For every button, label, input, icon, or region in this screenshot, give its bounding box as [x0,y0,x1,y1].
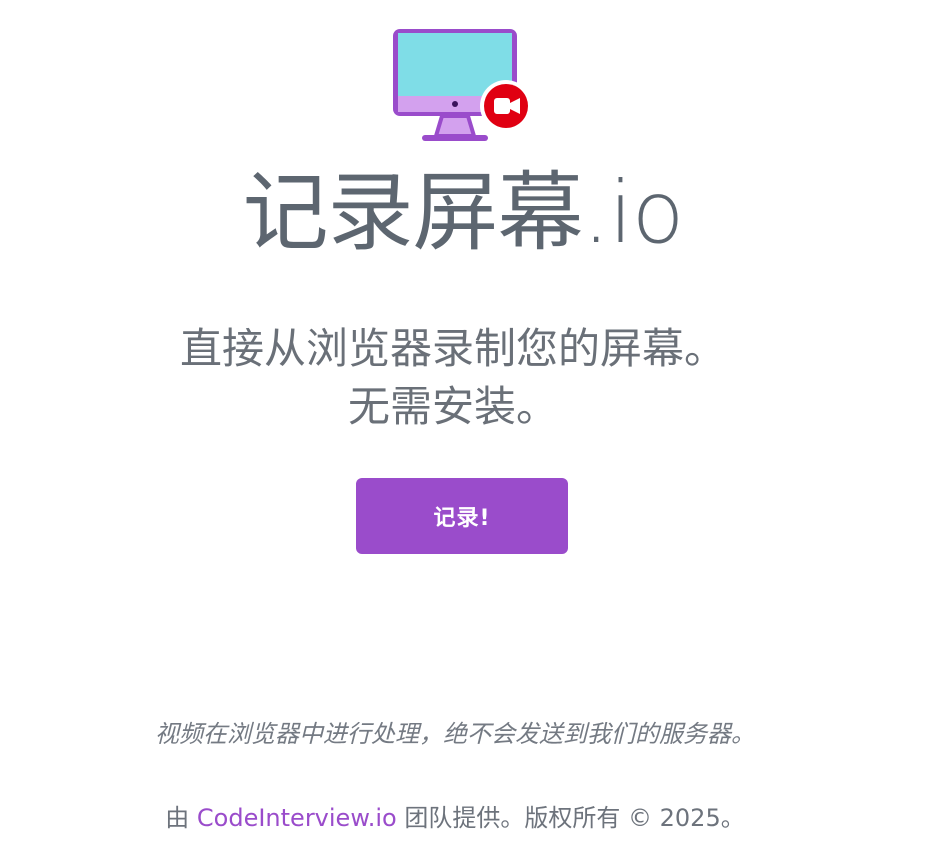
subtitle-line-1: 直接从浏览器录制您的屏幕。 [179,324,726,373]
subtitle-line-2: 无需安装。 [347,382,558,431]
hero-subtitle: 直接从浏览器录制您的屏幕。 无需安装。 [0,320,906,436]
footer: 由 CodeInterview.io 团队提供。版权所有 © 2025。 [0,800,910,836]
footer-prefix: 由 [165,804,190,832]
footer-copyright: 团队提供。版权所有 © 2025。 [404,804,745,832]
page-title: 记录屏幕.io [242,163,685,263]
processing-notice: 视频在浏览器中进行处理，绝不会发送到我们的服务器。 [155,720,755,748]
record-button[interactable]: 记录! [356,478,568,554]
monitor-recording-icon [388,24,532,144]
codeinterview-link[interactable]: CodeInterview.io [197,804,397,832]
